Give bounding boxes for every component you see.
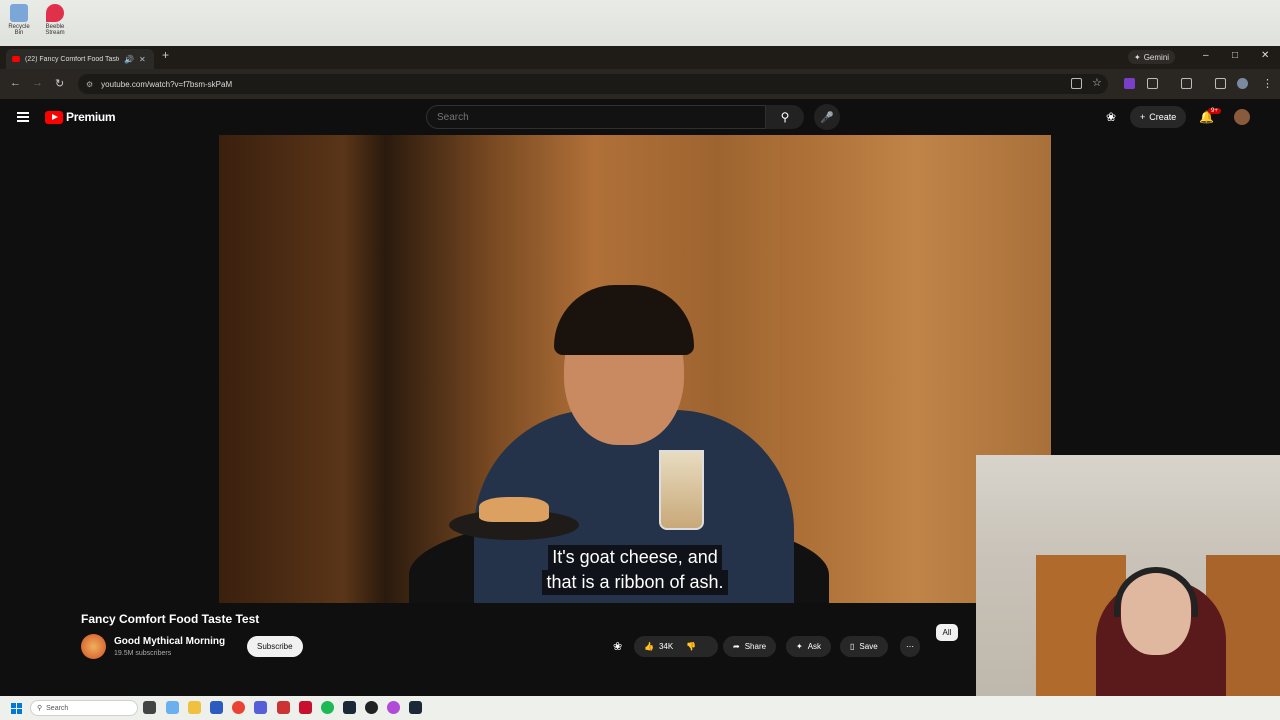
subscribe-button[interactable]: Subscribe [247, 636, 303, 657]
beeble-stream-shortcut[interactable]: Beeble Stream [40, 4, 70, 36]
video-captions: It's goat cheese, and that is a ribbon o… [219, 545, 1051, 595]
logo-text: Premium [66, 110, 116, 124]
search-icon: ⚲ [37, 705, 43, 712]
address-url: youtube.com/watch?v=f7bsm-skPaM [101, 79, 233, 89]
reload-button[interactable]: ↻ [55, 77, 64, 90]
desktop-wallpaper [0, 0, 1280, 46]
sidepanel-icon[interactable] [1181, 78, 1192, 89]
more-actions-button[interactable]: ⋯ [900, 636, 920, 657]
app-icon[interactable] [387, 701, 400, 714]
spotify-icon[interactable] [321, 701, 334, 714]
taskbar-search-placeholder: Search [46, 704, 69, 712]
channel-subscriber-count: 19.5M subscribers [114, 650, 172, 657]
notification-badge: 9+ [1208, 108, 1221, 114]
video-frame-parfait [659, 450, 704, 530]
tab-search-icon[interactable] [1215, 78, 1226, 89]
steam-icon[interactable] [409, 701, 422, 714]
youtube-favicon-icon [12, 56, 20, 62]
close-tab-icon[interactable]: ✕ [139, 55, 146, 64]
save-label: Save [859, 642, 878, 651]
search-icon: ⚲ [780, 110, 790, 124]
file-explorer-icon[interactable] [188, 701, 201, 714]
sparkle-icon: ✦ [1134, 52, 1141, 62]
hamburger-menu-icon[interactable] [17, 112, 29, 122]
back-button[interactable]: ← [10, 77, 21, 89]
sparkle-ask-icon: ✦ [796, 642, 803, 651]
voice-search-button[interactable]: 🎤 [814, 104, 840, 130]
app-icon[interactable] [277, 701, 290, 714]
microphone-icon: 🎤 [820, 111, 834, 124]
caption-line-2: that is a ribbon of ash. [542, 570, 728, 595]
save-button[interactable]: ▯ Save [840, 636, 888, 657]
share-label: Share [744, 642, 767, 651]
webcam-headset [1114, 567, 1198, 617]
like-dislike-group: 👍 34K 👎 [634, 636, 718, 657]
beeble-stream-icon [46, 4, 64, 22]
youtube-premium-logo[interactable]: Premium [45, 110, 116, 124]
chip-all[interactable]: All [936, 624, 958, 641]
windows-start-icon[interactable] [11, 703, 22, 714]
copilot-icon[interactable] [166, 701, 179, 714]
search-button[interactable]: ⚲ [766, 105, 804, 129]
gemini-label: Gemini [1143, 52, 1170, 62]
channel-avatar[interactable] [81, 634, 106, 659]
youtube-play-icon [45, 110, 63, 124]
bookmark-star-icon[interactable]: ☆ [1092, 76, 1102, 89]
search-box[interactable] [426, 105, 766, 129]
browser-tabstrip [0, 46, 1280, 69]
extensions-puzzle-icon[interactable] [1147, 78, 1158, 89]
video-frame-food [479, 497, 549, 522]
webcam-overlay [976, 455, 1280, 720]
desktop-icon-label: Beeble Stream [45, 24, 65, 36]
bookmark-icon: ▯ [850, 642, 855, 651]
gemini-button[interactable]: ✦ Gemini [1128, 50, 1176, 64]
plus-icon: + [1140, 112, 1146, 122]
taskbar-search[interactable]: ⚲ Search [30, 700, 138, 716]
extension-icon[interactable] [1124, 78, 1135, 89]
search-input[interactable] [437, 111, 765, 123]
steam-icon[interactable] [343, 701, 356, 714]
forward-button[interactable]: → [32, 77, 43, 89]
channel-name[interactable]: Good Mythical Morning [114, 636, 225, 647]
more-icon: ⋯ [906, 642, 914, 651]
new-tab-button[interactable]: + [162, 48, 169, 62]
close-window-button[interactable]: ✕ [1261, 50, 1269, 61]
caption-line-1: It's goat cheese, and [548, 545, 722, 570]
chrome-icon[interactable] [232, 701, 245, 714]
adobe-icon[interactable] [299, 701, 312, 714]
address-bar[interactable]: ⚙ youtube.com/watch?v=f7bsm-skPaM [78, 74, 1108, 94]
share-icon: ➦ [733, 642, 740, 651]
browser-menu-icon[interactable]: ⋮ [1262, 77, 1273, 90]
create-label: Create [1149, 112, 1177, 122]
ask-button[interactable]: ✦ Ask [786, 636, 832, 657]
video-player[interactable]: It's goat cheese, and that is a ribbon o… [219, 135, 1051, 603]
like-count: 34K [658, 642, 674, 651]
share-button[interactable]: ➦ Share [723, 636, 777, 657]
recycle-bin-icon [10, 4, 28, 22]
like-button[interactable]: 👍 [644, 642, 654, 651]
tab-title: (22) Fancy Comfort Food Taste Test [25, 55, 119, 63]
video-title: Fancy Comfort Food Taste Test [81, 612, 260, 626]
browser-tab-active[interactable]: (22) Fancy Comfort Food Taste Test 🔊 ✕ [6, 49, 154, 69]
install-app-icon[interactable] [1071, 78, 1082, 89]
dislike-button[interactable]: 👎 [686, 642, 696, 651]
recycle-bin-shortcut[interactable]: Recycle Bin [4, 4, 34, 36]
site-info-icon[interactable]: ⚙ [86, 80, 93, 89]
account-avatar[interactable] [1234, 109, 1250, 125]
minimize-window-button[interactable]: – [1203, 50, 1209, 61]
task-view-icon[interactable] [143, 701, 156, 714]
sparkle-settings-icon[interactable]: ❀ [1106, 110, 1116, 124]
desktop-icon-label: Recycle Bin [8, 24, 30, 36]
app-icon[interactable] [254, 701, 267, 714]
create-button[interactable]: + Create [1130, 106, 1187, 128]
maximize-window-button[interactable]: □ [1232, 50, 1238, 61]
video-frame-hair [554, 285, 694, 355]
store-icon[interactable] [210, 701, 223, 714]
speaker-icon[interactable]: 🔊 [124, 55, 134, 64]
obs-icon[interactable] [365, 701, 378, 714]
profile-avatar-icon[interactable] [1237, 78, 1248, 89]
sparkle-icon[interactable]: ❀ [613, 640, 622, 653]
ask-label: Ask [807, 642, 822, 651]
